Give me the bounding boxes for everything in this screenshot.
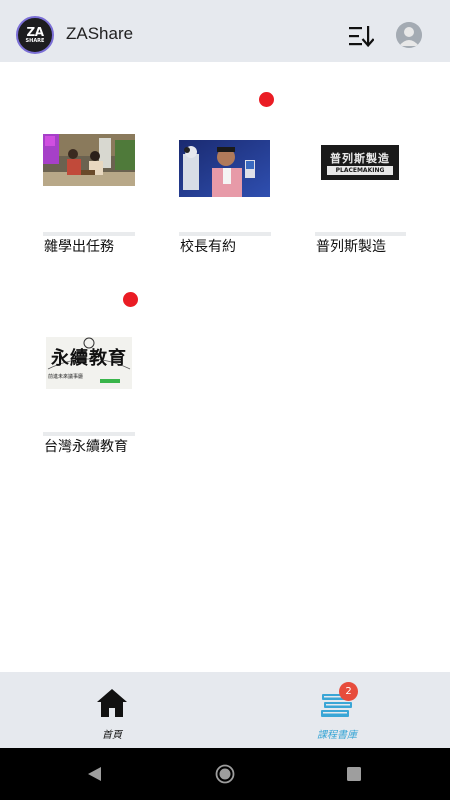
- course-title[interactable]: 台灣永續教育: [44, 437, 140, 458]
- course-thumbnail[interactable]: 永續教育 前進未來議事廳: [46, 337, 132, 389]
- thumbnail-title: 普列斯製造: [330, 152, 390, 165]
- course-title[interactable]: 普列斯製造: [316, 237, 412, 258]
- course-progress-bar: [179, 232, 271, 236]
- logo-text: ZA: [26, 25, 45, 39]
- bottom-nav: 首頁 2 課程書庫: [0, 672, 450, 748]
- thumbnail-subtitle: PLACEMAKING: [327, 166, 393, 175]
- thumbnail-subtitle: 前進未來議事廳: [48, 374, 84, 380]
- recents-icon[interactable]: [346, 766, 362, 782]
- course-title[interactable]: 雜學出任務: [44, 237, 140, 258]
- course-progress-bar: [43, 232, 135, 236]
- library-badge: 2: [339, 682, 358, 701]
- course-progress-bar: [315, 232, 406, 236]
- unread-dot: [259, 92, 274, 107]
- course-thumbnail[interactable]: [179, 140, 270, 197]
- nav-library-label: 課程書庫: [317, 730, 357, 741]
- nav-home-label: 首頁: [102, 730, 122, 741]
- course-thumbnail[interactable]: [43, 134, 135, 186]
- course-thumbnail[interactable]: 普列斯製造 PLACEMAKING: [321, 145, 399, 180]
- logo-subtext: SHARE: [25, 38, 45, 44]
- app-title: ZAShare: [66, 24, 134, 43]
- app-bar: ZA SHARE ZAShare: [0, 0, 450, 62]
- course-progress-bar: [43, 432, 135, 436]
- avatar-icon[interactable]: [396, 22, 422, 48]
- thumbnail-title: 永續教育: [51, 348, 127, 369]
- back-icon[interactable]: [86, 766, 102, 782]
- nav-library[interactable]: 2 課程書庫: [263, 672, 413, 748]
- sort-icon[interactable]: [348, 24, 375, 48]
- app-logo: ZA SHARE: [16, 16, 54, 54]
- system-nav-bar: [0, 748, 450, 800]
- unread-dot: [123, 292, 138, 307]
- home-icon: [97, 689, 127, 717]
- home-circle-icon[interactable]: [215, 764, 235, 784]
- course-title[interactable]: 校長有約: [180, 237, 276, 258]
- nav-home[interactable]: 首頁: [37, 672, 187, 748]
